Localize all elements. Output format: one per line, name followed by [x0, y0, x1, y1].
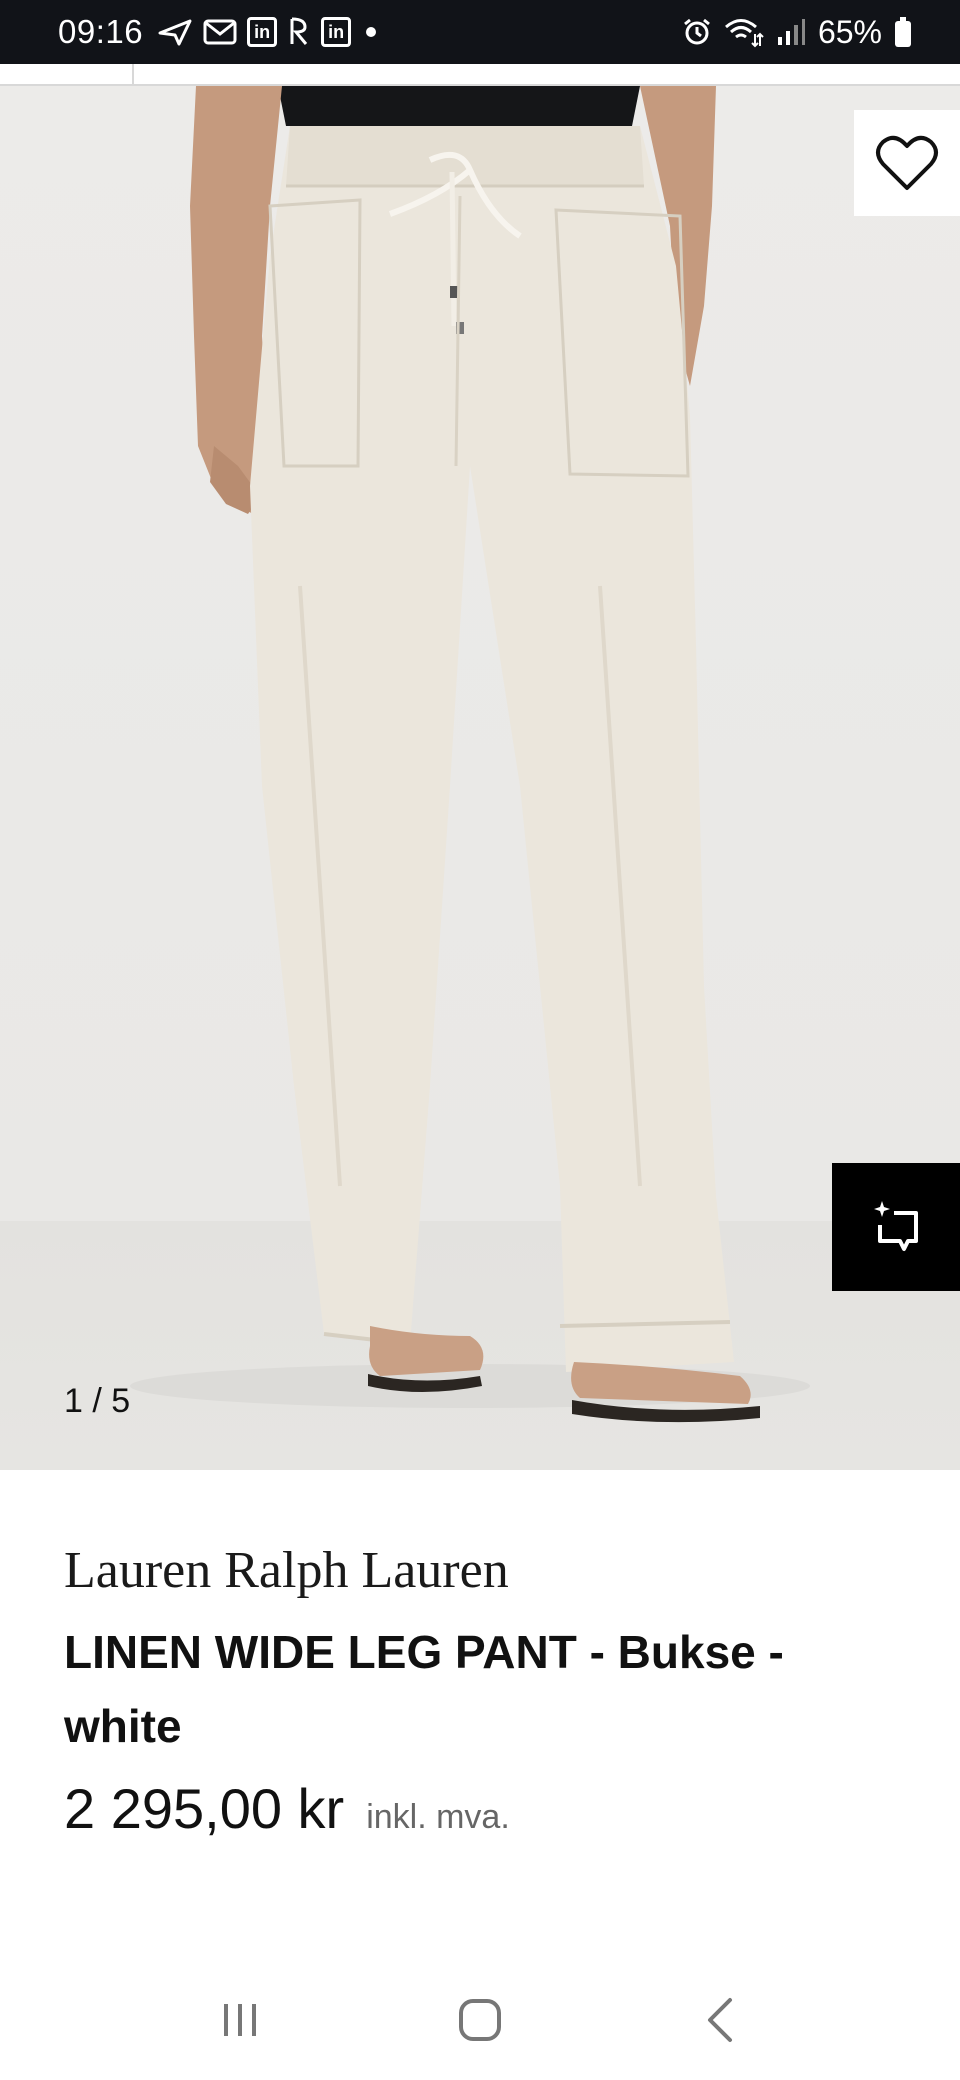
product-info: Lauren Ralph Lauren LINEN WIDE LEG PANT … — [64, 1540, 904, 1841]
price-row: 2 295,00 kr inkl. mva. — [64, 1776, 904, 1841]
similar-items-icon — [874, 1201, 918, 1251]
status-bar: 09:16 in in 65% — [0, 0, 960, 64]
back-button[interactable] — [680, 1980, 760, 2060]
back-icon — [708, 1998, 732, 2042]
linkedin-icon: in — [247, 17, 278, 47]
notification-app-icon — [287, 16, 311, 48]
dot-icon — [361, 22, 381, 42]
status-notification-icons: in in — [157, 16, 381, 48]
recent-apps-icon — [224, 2004, 256, 2036]
navigation-arrow-icon — [157, 17, 193, 47]
vat-note: inkl. mva. — [366, 1797, 510, 1836]
signal-icon — [776, 17, 806, 47]
product-name: LINEN WIDE LEG PANT - Bukse - white — [64, 1626, 784, 1752]
status-time: 09:16 — [58, 13, 144, 50]
heart-icon — [876, 135, 938, 190]
recent-apps-button[interactable] — [200, 1980, 280, 2060]
battery-percentage: 65% — [817, 13, 882, 50]
status-system-icons: 65% — [682, 14, 912, 51]
mail-icon — [203, 17, 237, 47]
battery-icon — [894, 16, 912, 48]
tab-divider — [132, 64, 134, 84]
image-counter: 1 / 5 — [64, 1382, 131, 1420]
home-icon — [459, 1999, 501, 2041]
linkedin-icon: in — [321, 17, 352, 47]
find-similar-button[interactable] — [832, 1163, 960, 1291]
product-price: 2 295,00 kr — [64, 1776, 345, 1840]
favorite-button[interactable] — [854, 110, 960, 216]
product-photo — [130, 86, 810, 1423]
system-navigation-bar — [0, 1960, 960, 2080]
alarm-icon — [682, 17, 712, 47]
top-tab-strip — [0, 64, 960, 86]
home-button[interactable] — [440, 1980, 520, 2060]
product-image-gallery[interactable]: 1 / 5 — [0, 86, 960, 1470]
brand-name[interactable]: Lauren Ralph Lauren — [64, 1540, 904, 1602]
wifi-icon — [724, 16, 764, 48]
